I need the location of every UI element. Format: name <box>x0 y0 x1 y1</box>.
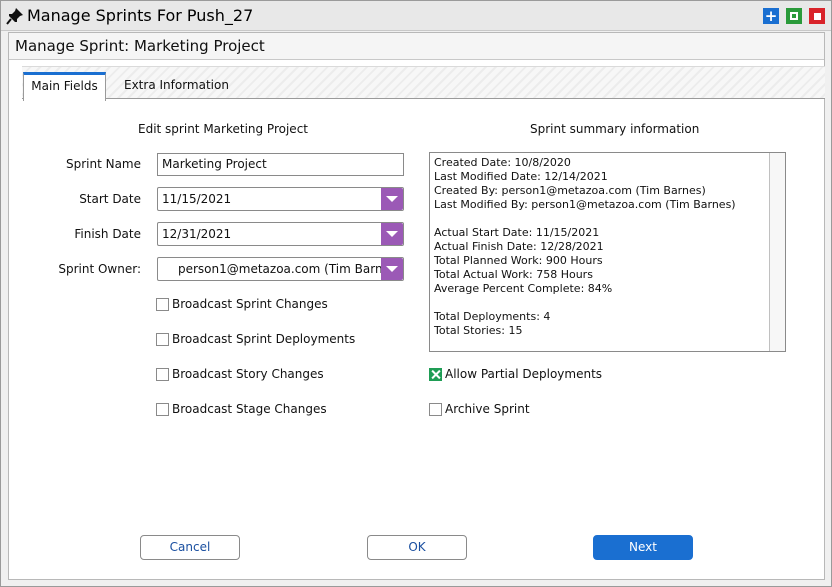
summary-line: Last Modified Date: 12/14/2021 <box>434 170 608 183</box>
ok-button[interactable]: OK <box>367 535 467 560</box>
broadcast-sprint-deployments-checkbox[interactable]: Broadcast Sprint Deployments <box>156 331 355 347</box>
title-bar[interactable]: Manage Sprints For Push_27 + <box>1 1 831 31</box>
tab-bar: Main Fields Extra Information <box>22 66 825 101</box>
sprint-name-label: Sprint Name <box>65 157 141 171</box>
checkbox-label: Allow Partial Deployments <box>445 367 603 381</box>
edit-sprint-heading: Edit sprint Marketing Project <box>138 122 308 136</box>
start-date-label: Start Date <box>79 192 141 206</box>
summary-scrollbar[interactable] <box>769 153 785 351</box>
checkbox-box[interactable] <box>156 367 169 381</box>
next-button[interactable]: Next <box>593 535 693 560</box>
broadcast-sprint-changes-checkbox[interactable]: Broadcast Sprint Changes <box>156 296 328 312</box>
window-title: Manage Sprints For Push_27 <box>27 6 254 25</box>
allow-partial-deployments-checkbox[interactable]: Allow Partial Deployments <box>429 366 602 382</box>
summary-line: Total Stories: 15 <box>434 324 523 337</box>
sprint-owner-value: person1@metazoa.com (Tim Barnes) <box>178 262 401 276</box>
finish-date-picker[interactable]: 12/31/2021 <box>157 222 404 246</box>
summary-line: Last Modified By: person1@metazoa.com (T… <box>434 198 736 211</box>
summary-line: Actual Start Date: 11/15/2021 <box>434 226 600 239</box>
pin-icon <box>6 8 23 25</box>
checkbox-box[interactable] <box>156 297 169 311</box>
start-date-picker[interactable]: 11/15/2021 <box>157 187 404 211</box>
checkbox-label: Broadcast Stage Changes <box>172 402 327 416</box>
manage-sprints-window: Manage Sprints For Push_27 + Manage Spri… <box>0 0 832 587</box>
checkbox-label: Archive Sprint <box>445 402 530 416</box>
broadcast-story-changes-checkbox[interactable]: Broadcast Story Changes <box>156 366 324 382</box>
sprint-owner-label: Sprint Owner: <box>58 262 141 276</box>
panel-header: Manage Sprint: Marketing Project <box>9 33 824 60</box>
checkbox-box[interactable] <box>429 367 442 381</box>
chevron-down-icon[interactable] <box>381 258 403 280</box>
manage-sprint-panel: Manage Sprint: Marketing Project Main Fi… <box>8 32 825 580</box>
chevron-down-icon[interactable] <box>381 188 403 210</box>
start-date-value: 11/15/2021 <box>162 192 232 206</box>
checkbox-box[interactable] <box>156 332 169 346</box>
checkbox-label: Broadcast Sprint Deployments <box>172 332 356 346</box>
summary-line: Average Percent Complete: 84% <box>434 282 613 295</box>
plus-icon[interactable]: + <box>763 8 779 24</box>
summary-line: Actual Finish Date: 12/28/2021 <box>434 240 604 253</box>
cancel-button[interactable]: Cancel <box>140 535 240 560</box>
chevron-down-icon[interactable] <box>381 223 403 245</box>
summary-textarea[interactable]: Created Date: 10/8/2020 Last Modified Da… <box>429 152 786 352</box>
summary-heading: Sprint summary information <box>530 122 700 136</box>
sprint-owner-select[interactable]: person1@metazoa.com (Tim Barnes) <box>157 257 404 281</box>
finish-date-label: Finish Date <box>74 227 141 241</box>
summary-line: Total Planned Work: 900 Hours <box>434 254 603 267</box>
summary-line: Total Deployments: 4 <box>434 310 551 323</box>
checkbox-box[interactable] <box>156 402 169 416</box>
summary-line: Created By: person1@metazoa.com (Tim Bar… <box>434 184 706 197</box>
close-icon[interactable] <box>809 8 825 24</box>
sprint-name-input[interactable]: Marketing Project <box>157 153 404 176</box>
tab-main-fields[interactable]: Main Fields <box>23 72 106 101</box>
summary-lines: Created Date: 10/8/2020 Last Modified Da… <box>434 156 764 338</box>
broadcast-stage-changes-checkbox[interactable]: Broadcast Stage Changes <box>156 401 327 417</box>
summary-line <box>434 296 764 310</box>
summary-line: Total Actual Work: 758 Hours <box>434 268 593 281</box>
finish-date-value: 12/31/2021 <box>162 227 232 241</box>
checkbox-box[interactable] <box>429 402 442 416</box>
archive-sprint-checkbox[interactable]: Archive Sprint <box>429 401 530 417</box>
checkbox-label: Broadcast Story Changes <box>172 367 324 381</box>
checkbox-label: Broadcast Sprint Changes <box>172 297 328 311</box>
panel-title: Manage Sprint: Marketing Project <box>15 37 265 55</box>
summary-line <box>434 212 764 226</box>
tab-extra-information[interactable]: Extra Information <box>116 72 237 100</box>
maximize-icon[interactable] <box>786 8 802 24</box>
summary-line: Created Date: 10/8/2020 <box>434 156 571 169</box>
